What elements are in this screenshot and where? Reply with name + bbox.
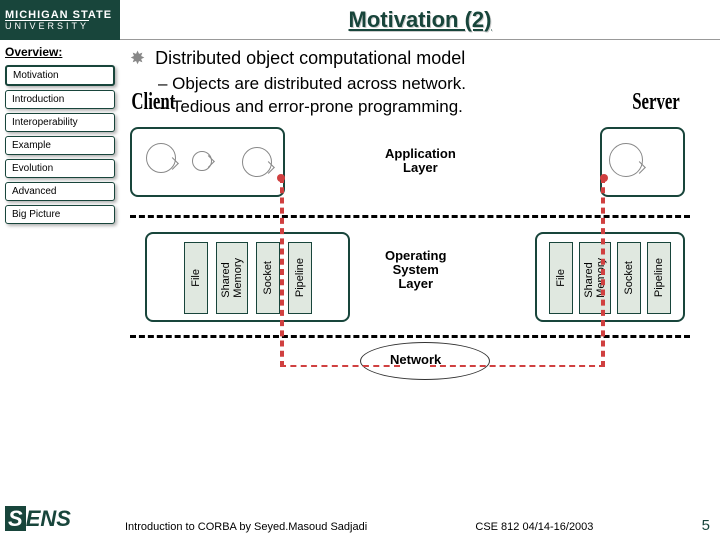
logo-bottom: UNIVERSITY [5, 21, 115, 31]
client-label: Client [131, 89, 175, 116]
os-layer-label: Operating System Layer [385, 249, 446, 292]
server-label: Server [632, 89, 680, 116]
object-icon [146, 143, 176, 173]
file-bar: File [549, 242, 573, 314]
sidebar: Overview: Motivation Introduction Intero… [0, 40, 120, 505]
footer: Introduction to CORBA by Seyed.Masoud Sa… [125, 517, 710, 534]
sidebar-item-motivation[interactable]: Motivation [5, 65, 115, 86]
slide-title: Motivation (2) [120, 7, 720, 33]
sidebar-item-advanced[interactable]: Advanced [5, 182, 115, 201]
path-dot-icon [600, 174, 608, 182]
bullet-text: Distributed object computational model [155, 48, 465, 69]
sidebar-item-big-picture[interactable]: Big Picture [5, 205, 115, 224]
path-line [280, 177, 284, 367]
divider-2 [130, 335, 690, 338]
sub-bullet-2: – Tedious and error-prone programming. [158, 96, 705, 119]
sidebar-item-introduction[interactable]: Introduction [5, 90, 115, 109]
client-os-box: File Shared Memory Socket Pipeline [145, 232, 350, 322]
object-icon [242, 147, 272, 177]
client-app-box [130, 127, 285, 197]
msu-logo: MICHIGAN STATE UNIVERSITY [0, 0, 120, 40]
path-line [601, 177, 605, 367]
diagram: Client Server Application Layer File Sha… [130, 127, 705, 427]
socket-bar: Socket [256, 242, 280, 314]
overview-label: Overview: [5, 45, 115, 59]
sub-bullet-1: – Objects are distributed across network… [158, 73, 705, 96]
footer-right: CSE 812 04/14-16/2003 [475, 521, 593, 533]
object-icon [192, 151, 212, 171]
pipeline-bar: Pipeline [647, 242, 671, 314]
pipeline-bar: Pipeline [288, 242, 312, 314]
path-line [430, 365, 605, 367]
page-number: 5 [702, 517, 710, 534]
path-dot-icon [277, 174, 285, 182]
socket-bar: Socket [617, 242, 641, 314]
sidebar-item-interoperability[interactable]: Interoperability [5, 113, 115, 132]
bullet-icon: ✸ [130, 48, 145, 69]
path-line [280, 365, 400, 367]
shared-memory-bar: Shared Memory [579, 242, 611, 314]
app-layer-label: Application Layer [385, 147, 456, 176]
footer-left: Introduction to CORBA by Seyed.Masoud Sa… [125, 521, 367, 533]
main-bullet: ✸ Distributed object computational model [130, 48, 705, 69]
server-app-box [600, 127, 685, 197]
sens-logo: SENS [5, 506, 71, 532]
shared-memory-bar: Shared Memory [216, 242, 248, 314]
sidebar-item-example[interactable]: Example [5, 136, 115, 155]
divider-1 [130, 215, 690, 218]
sidebar-item-evolution[interactable]: Evolution [5, 159, 115, 178]
object-icon [609, 143, 643, 177]
content: ✸ Distributed object computational model… [120, 40, 720, 505]
server-os-box: File Shared Memory Socket Pipeline [535, 232, 685, 322]
logo-top: MICHIGAN STATE [5, 9, 115, 21]
main: Overview: Motivation Introduction Intero… [0, 40, 720, 505]
file-bar: File [184, 242, 208, 314]
header: MICHIGAN STATE UNIVERSITY Motivation (2) [0, 0, 720, 40]
